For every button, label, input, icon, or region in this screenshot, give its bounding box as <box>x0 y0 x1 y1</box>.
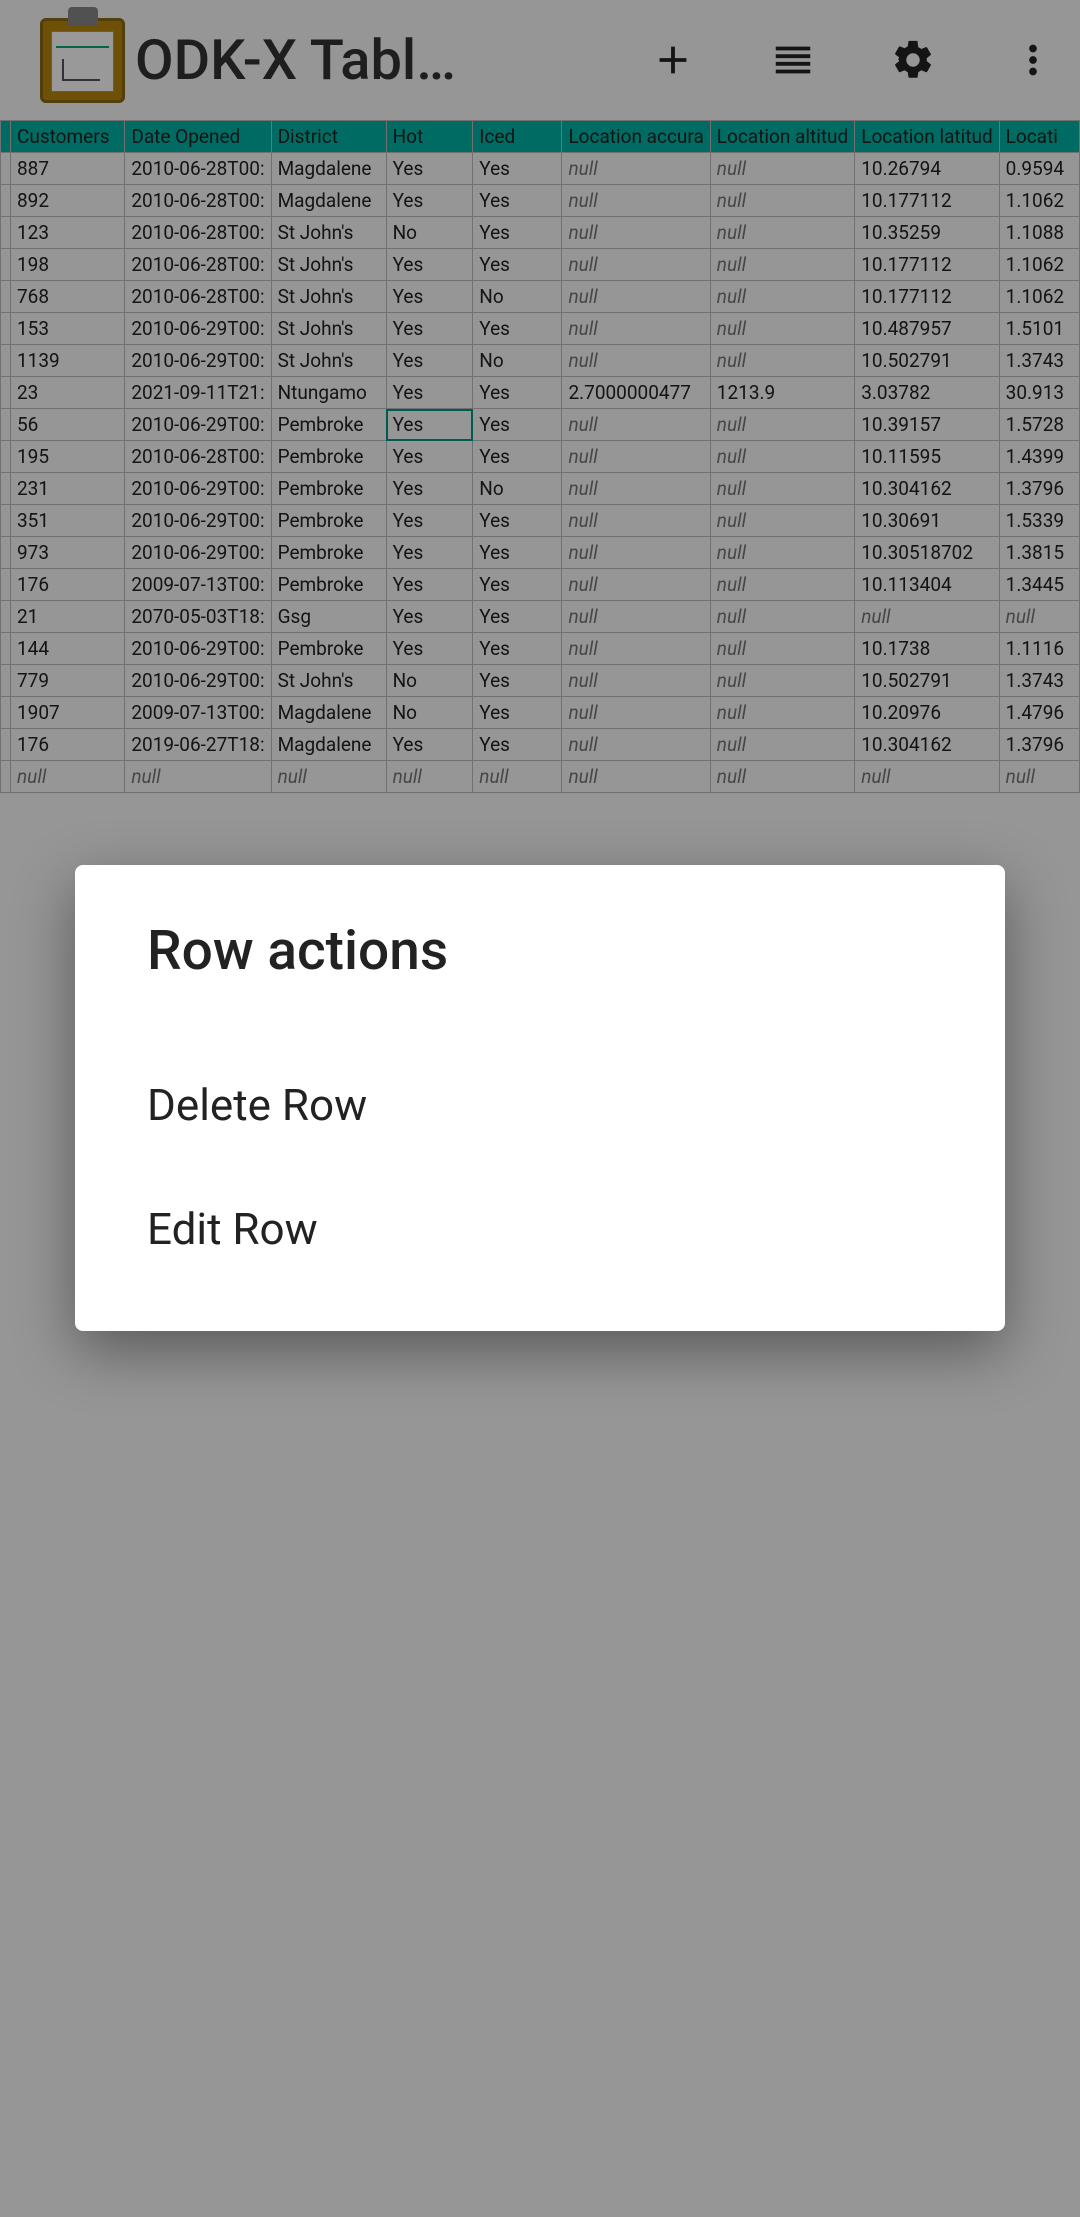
dialog-title: Row actions <box>147 919 933 983</box>
edit-row-action[interactable]: Edit Row <box>147 1167 933 1291</box>
modal-overlay[interactable]: Row actions Delete Row Edit Row <box>0 0 1080 2217</box>
row-actions-dialog: Row actions Delete Row Edit Row <box>75 865 1005 1331</box>
delete-row-action[interactable]: Delete Row <box>147 1043 933 1167</box>
